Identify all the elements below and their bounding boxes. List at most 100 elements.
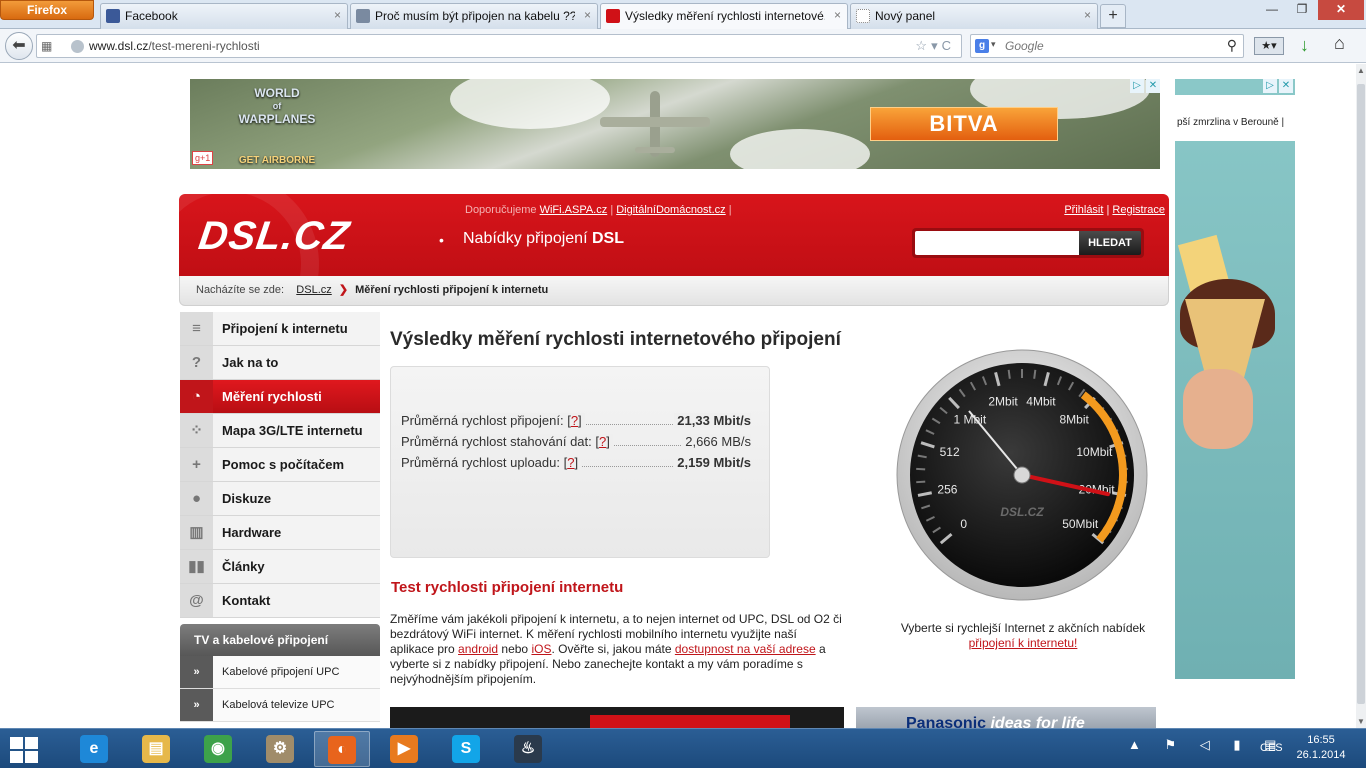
sidebar-item-pripojeni[interactable]: ≡ Připojení k internetu bbox=[180, 312, 380, 346]
taskbar-app-internet-explorer[interactable]: e bbox=[66, 731, 122, 767]
tab-proc-musim[interactable]: Proč musím být připojen na kabelu ?? × bbox=[350, 3, 598, 29]
google-icon[interactable]: g bbox=[975, 39, 989, 53]
sidebar-item-mapa[interactable]: ⁘ Mapa 3G/LTE internetu bbox=[180, 414, 380, 448]
google-plus-one-button[interactable]: g+1 bbox=[192, 151, 214, 165]
gauge-caption: Vyberte si rychlejší Internet z akčních … bbox=[900, 621, 1146, 650]
help-link[interactable]: ? bbox=[599, 434, 606, 449]
close-window-button[interactable]: ✕ bbox=[1318, 0, 1364, 20]
taskbar-app-firefox[interactable]: ◐ bbox=[314, 731, 370, 767]
sidebar-item-clanky[interactable]: ▮▮ Články bbox=[180, 550, 380, 584]
taskbar-app-chrome[interactable]: ◉ bbox=[190, 731, 246, 767]
media-player-icon: ▶ bbox=[390, 735, 418, 763]
gauge-tick bbox=[1033, 369, 1037, 379]
taskbar-clock[interactable]: 16:55 26.1.2014 bbox=[1290, 733, 1352, 763]
login-link[interactable]: Přihlásit bbox=[1064, 204, 1103, 216]
digitalni-domacnost-link[interactable]: DigitálníDomácnost.cz bbox=[616, 204, 725, 216]
help-link[interactable]: ? bbox=[567, 455, 574, 470]
sidebar-subheading[interactable]: TV a kabelové připojení bbox=[180, 624, 380, 656]
test-heading: Test rychlosti připojení internetu bbox=[391, 579, 624, 596]
close-tab-icon[interactable]: × bbox=[334, 8, 341, 22]
sidebar-item-hardware[interactable]: ▥ Hardware bbox=[180, 516, 380, 550]
clock-date: 26.1.2014 bbox=[1296, 749, 1346, 761]
taskbar-app-skype[interactable]: S bbox=[438, 731, 494, 767]
new-tab-button[interactable]: + bbox=[1100, 4, 1126, 28]
vertical-scrollbar[interactable]: ▲ ▼ bbox=[1356, 64, 1366, 728]
minimize-button[interactable]: — bbox=[1258, 0, 1286, 20]
sidebar-item-mereni[interactable]: ◔ Měření rychlosti bbox=[180, 380, 380, 414]
sidebar-subitem-upc-tv[interactable]: » Kabelová televize UPC bbox=[180, 689, 380, 722]
wifi-aspa-link[interactable]: WiFi.ASPA.cz bbox=[540, 204, 608, 216]
top-ad-banner[interactable]: WORLD of WARPLANES GET AIRBORNE BITVA g+… bbox=[190, 79, 1160, 169]
bitva-button[interactable]: BITVA bbox=[870, 107, 1058, 141]
maximize-button[interactable]: ❐ bbox=[1288, 0, 1316, 20]
url-actions-icons[interactable]: ☆▾C bbox=[915, 38, 955, 54]
ad-close-icon[interactable]: ✕ bbox=[1279, 79, 1293, 93]
close-tab-icon[interactable]: × bbox=[834, 8, 841, 22]
sidebar-item-label: Hardware bbox=[222, 525, 282, 540]
taskbar-app-settings-app[interactable]: ⚙ bbox=[252, 731, 308, 767]
file-explorer-icon: ▤ bbox=[142, 735, 170, 763]
sidebar-subitem-upc-internet[interactable]: » Kabelové připojení UPC bbox=[180, 656, 380, 689]
tab-facebook[interactable]: Facebook × bbox=[100, 3, 348, 29]
map-dots-icon: ⁘ bbox=[180, 414, 213, 447]
side-ad-banner[interactable]: ▷ ✕ pší zmrzlina v Berouně | bbox=[1175, 79, 1295, 679]
close-tab-icon[interactable]: × bbox=[584, 8, 591, 22]
sidebar-item-kontakt[interactable]: @ Kontakt bbox=[180, 584, 380, 618]
windows-start-button[interactable] bbox=[10, 737, 40, 763]
question-icon: ? bbox=[180, 346, 213, 379]
android-link[interactable]: android bbox=[458, 642, 498, 656]
gauge-tick bbox=[916, 467, 926, 471]
scroll-up-icon[interactable]: ▲ bbox=[1357, 66, 1365, 75]
gauge-scale-label: 4Mbit bbox=[1026, 394, 1056, 408]
gauge-scale-label: 1 Mbit bbox=[954, 413, 987, 427]
chevron-down-icon[interactable]: ▾ bbox=[991, 39, 996, 50]
taskbar-app-steam[interactable]: ♨ bbox=[500, 731, 556, 767]
taskbar-app-media-player[interactable]: ▶ bbox=[376, 731, 432, 767]
back-button[interactable]: ⬅ bbox=[5, 32, 33, 60]
taskbar-app-file-explorer[interactable]: ▤ bbox=[128, 731, 184, 767]
bottom-ad-left[interactable] bbox=[390, 707, 844, 728]
url-text[interactable]: www.dsl.cz/test-mereni-rychlosti bbox=[89, 39, 260, 53]
result-row-connection: Průměrná rychlost připojení: [?] 21,33 M… bbox=[401, 413, 751, 431]
scroll-down-icon[interactable]: ▼ bbox=[1357, 717, 1365, 726]
search-submit-button[interactable]: HLEDAT bbox=[1079, 231, 1141, 255]
language-indicator[interactable]: CES bbox=[1260, 742, 1283, 754]
header-tagline: Nabídky připojení DSL bbox=[463, 230, 624, 247]
search-bar[interactable]: g ▾ Google ⚲ bbox=[970, 34, 1244, 58]
tab-dsl-results[interactable]: Výsledky měření rychlosti internetové...… bbox=[600, 3, 848, 30]
availability-link[interactable]: dostupnost na vaší adrese bbox=[675, 642, 816, 656]
download-icon[interactable]: ↓ bbox=[1300, 35, 1309, 56]
windows-taskbar: e ▤ ◉ ⚙ ◐ ▶ S ♨ ▲ ⚑ ◁ ▮ ▤ CES 16:55 26.1.2014 bbox=[0, 728, 1366, 768]
sidebar-item-label: Jak na to bbox=[222, 355, 279, 370]
gauge-scale-label: 512 bbox=[940, 445, 960, 459]
breadcrumb-home-link[interactable]: DSL.cz bbox=[296, 284, 331, 296]
offers-link[interactable]: připojení k internetu! bbox=[969, 636, 1078, 650]
adchoices-icon[interactable]: ▷ bbox=[1130, 79, 1144, 93]
scrollbar-thumb[interactable] bbox=[1357, 84, 1365, 704]
adchoices-icon[interactable]: ▷ bbox=[1263, 79, 1277, 93]
identity-grid-icon[interactable]: ▦ bbox=[41, 39, 55, 53]
close-tab-icon[interactable]: × bbox=[1084, 8, 1091, 22]
bookmarks-button[interactable]: ★▾ bbox=[1254, 37, 1284, 55]
url-bar[interactable]: ▦ www.dsl.cz/test-mereni-rychlosti ☆▾C bbox=[36, 34, 962, 58]
sidebar-item-pomoc[interactable]: + Pomoc s počítačem bbox=[180, 448, 380, 482]
site-search-input[interactable] bbox=[915, 231, 1079, 255]
help-link[interactable]: ? bbox=[571, 413, 578, 428]
sidebar-item-label: Diskuze bbox=[222, 491, 272, 506]
sidebar-item-diskuze[interactable]: ● Diskuze bbox=[180, 482, 380, 516]
search-input[interactable]: Google bbox=[1005, 39, 1044, 53]
sidebar-item-jak-na-to[interactable]: ? Jak na to bbox=[180, 346, 380, 380]
chat-icon: ● bbox=[180, 482, 213, 515]
home-icon[interactable]: ⌂ bbox=[1334, 33, 1345, 54]
ad-close-icon[interactable]: ✕ bbox=[1146, 79, 1160, 93]
firefox-menu-button[interactable]: Firefox bbox=[0, 0, 94, 20]
bottom-ad-panasonic[interactable]: Panasonic ideas for life bbox=[856, 707, 1156, 728]
test-description: Změříme vám jakékoli připojení k interne… bbox=[390, 612, 842, 686]
tab-new-panel[interactable]: Nový panel × bbox=[850, 3, 1098, 29]
ios-link[interactable]: iOS bbox=[531, 642, 551, 656]
globe-icon bbox=[71, 40, 84, 53]
search-icon[interactable]: ⚲ bbox=[1227, 37, 1237, 54]
sidebar-menu: ≡ Připojení k internetu ? Jak na to ◔ Mě… bbox=[180, 312, 380, 722]
dsl-logo[interactable]: DSL.CZ bbox=[196, 214, 353, 259]
register-link[interactable]: Registrace bbox=[1112, 204, 1165, 216]
